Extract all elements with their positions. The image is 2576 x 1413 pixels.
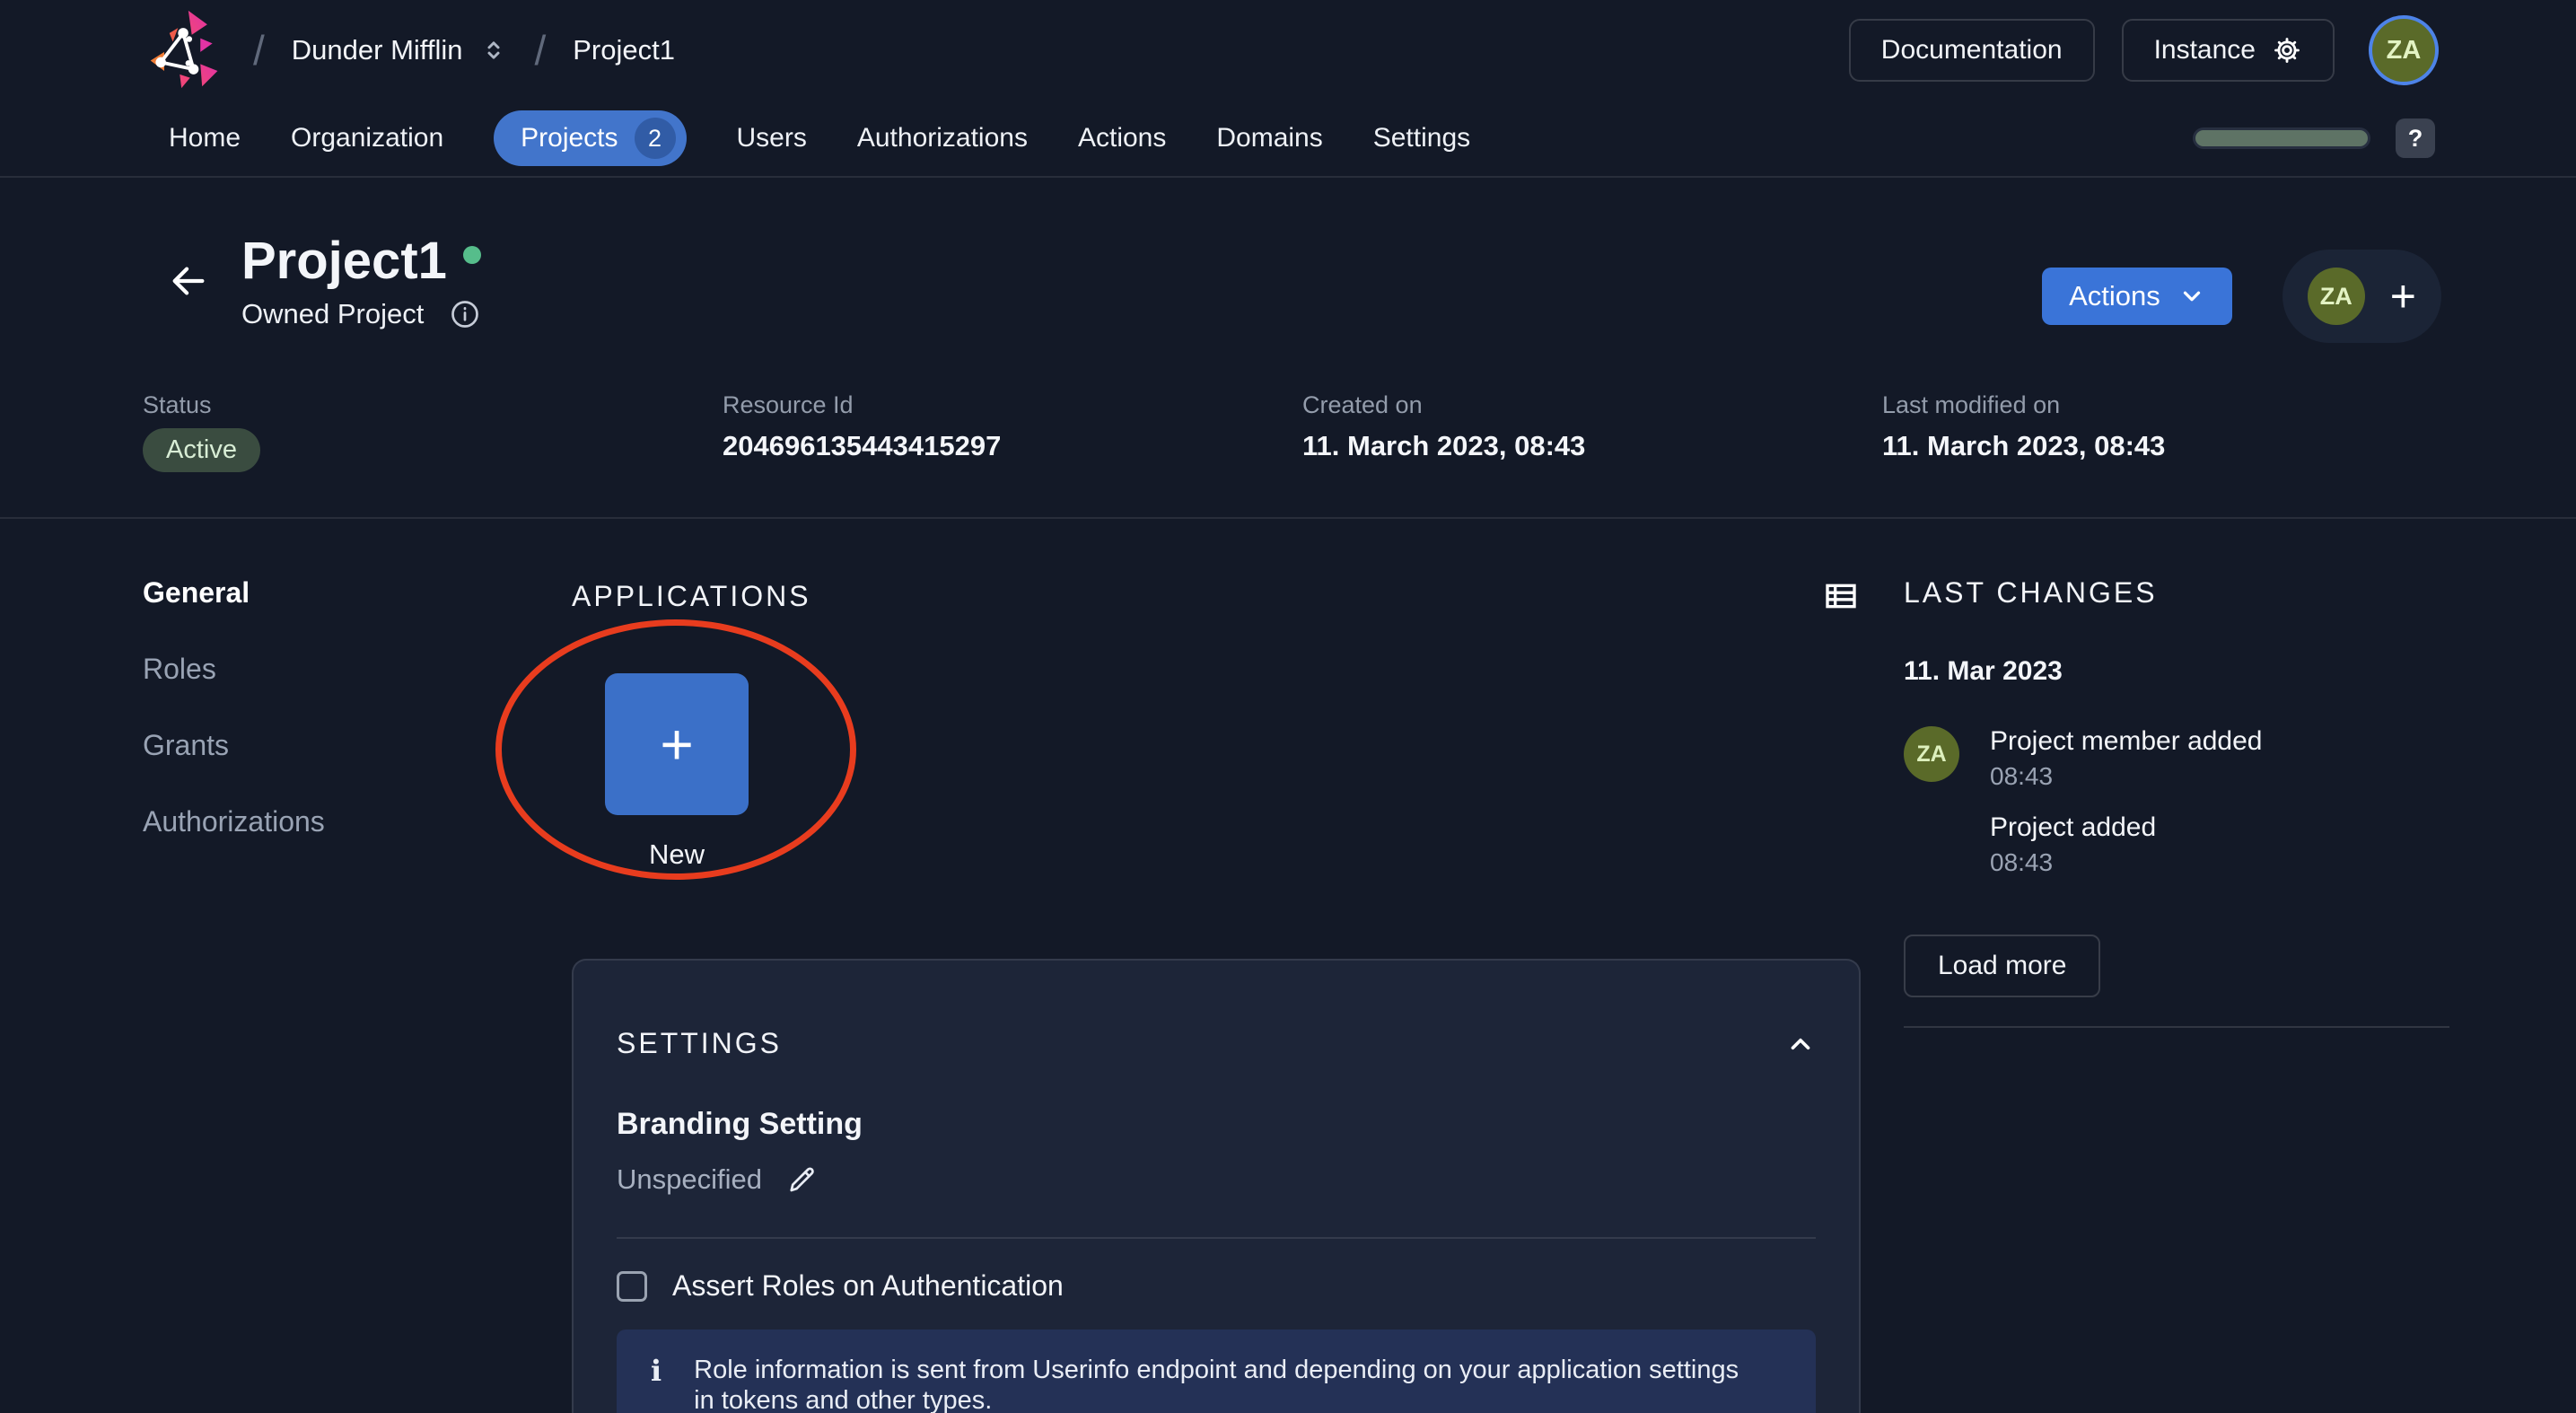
info-icon: ℹ — [651, 1354, 662, 1388]
created-on-value: 11. March 2023, 08:43 — [1302, 430, 1586, 461]
assert-roles-checkbox[interactable] — [617, 1270, 647, 1302]
info-circle-icon[interactable] — [449, 298, 481, 330]
top-bar-row-main: / Dunder Mifflin / Project1 Documentatio… — [0, 0, 2576, 101]
settings-heading: SETTINGS — [617, 1027, 783, 1059]
role-info-text: Role information is sent from Userinfo e… — [694, 1356, 1739, 1413]
branding-setting-title: Branding Setting — [617, 1107, 863, 1141]
tab-users[interactable]: Users — [737, 123, 807, 154]
tab-organization[interactable]: Organization — [291, 123, 443, 154]
members-pill: ZA + — [2282, 250, 2441, 343]
sidebar-item-roles[interactable]: Roles — [143, 653, 216, 686]
list-item: Project added 08:43 — [1990, 812, 2263, 877]
status-badge: Active — [143, 428, 260, 472]
instance-button-label: Instance — [2153, 35, 2256, 65]
sidebar-item-general[interactable]: General — [143, 576, 250, 610]
breadcrumb-separator: / — [534, 27, 547, 74]
changes-group: ZA Project member added 08:43 Project ad… — [1904, 726, 2466, 877]
tab-actions[interactable]: Actions — [1078, 123, 1166, 154]
back-arrow-icon[interactable] — [168, 260, 209, 302]
main-column: APPLICATIONS + New SETTINGS Branding Set… — [572, 576, 1861, 1413]
branding-setting-row: Unspecified — [617, 1163, 1816, 1196]
projects-count-badge: 2 — [634, 118, 676, 159]
tab-domains[interactable]: Domains — [1216, 123, 1322, 154]
tab-home[interactable]: Home — [169, 123, 241, 154]
modified-on-label: Last modified on — [1882, 391, 2061, 418]
breadcrumb-project[interactable]: Project1 — [573, 34, 675, 66]
project-header: Project1 Owned Project Actions ZA + Stat… — [0, 178, 2576, 519]
applications-heading: APPLICATIONS — [572, 579, 811, 612]
breadcrumb-org[interactable]: Dunder Mifflin — [292, 34, 463, 66]
last-changes-panel: LAST CHANGES 11. Mar 2023 ZA Project mem… — [1904, 576, 2466, 1413]
new-application-button[interactable]: + — [605, 673, 749, 815]
title-block: Project1 Owned Project — [241, 232, 481, 330]
tab-settings[interactable]: Settings — [1373, 123, 1470, 154]
new-application-label: New — [648, 838, 705, 870]
chevron-down-icon — [2178, 283, 2205, 310]
load-more-button[interactable]: Load more — [1904, 935, 2101, 997]
settings-divider — [617, 1237, 1816, 1239]
assert-roles-label: Assert Roles on Authentication — [672, 1269, 1064, 1302]
change-author-avatar: ZA — [1904, 726, 1959, 782]
user-avatar[interactable]: ZA — [2369, 15, 2439, 85]
page-title: Project1 — [241, 232, 447, 290]
chevron-up-icon[interactable] — [1785, 1029, 1816, 1059]
breadcrumb-separator: / — [253, 27, 265, 74]
content-area: General Roles Grants Authorizations APPL… — [0, 519, 2576, 1413]
role-info-banner: ℹ Role information is sent from Userinfo… — [617, 1330, 1816, 1413]
changes-date: 11. Mar 2023 — [1904, 656, 2063, 686]
branding-setting-value: Unspecified — [617, 1163, 762, 1195]
applications-header-row: APPLICATIONS — [572, 576, 1861, 616]
sidebar-item-authorizations[interactable]: Authorizations — [143, 805, 325, 838]
resource-id-label: Resource Id — [723, 391, 854, 418]
meta-resource-id: Resource Id 204696135443415297 — [723, 391, 1302, 472]
main-nav: Home Organization Projects 2 Users Autho… — [0, 101, 2576, 178]
meta-status: Status Active — [143, 391, 723, 472]
onboarding-progress-bar — [2193, 127, 2370, 149]
new-application-card: + New — [605, 673, 749, 871]
created-on-label: Created on — [1302, 391, 1423, 418]
change-title: Project member added — [1990, 726, 2263, 756]
status-label: Status — [143, 391, 212, 418]
documentation-button-label: Documentation — [1880, 35, 2063, 65]
org-switcher-unfold-icon[interactable] — [480, 37, 507, 64]
table-view-icon[interactable] — [1821, 578, 1861, 614]
change-title: Project added — [1990, 812, 2157, 842]
settings-card-header: SETTINGS — [617, 1027, 1816, 1060]
change-time: 08:43 — [1990, 848, 2054, 876]
gear-icon — [2272, 35, 2302, 66]
documentation-button[interactable]: Documentation — [1848, 19, 2095, 82]
project-type-label: Owned Project — [241, 298, 425, 329]
meta-created-on: Created on 11. March 2023, 08:43 — [1302, 391, 1882, 472]
changes-list: Project member added 08:43 Project added… — [1990, 726, 2263, 877]
assert-roles-row: Assert Roles on Authentication — [617, 1269, 1816, 1303]
last-changes-heading: LAST CHANGES — [1904, 576, 2158, 609]
project-header-top: Project1 Owned Project Actions ZA + — [0, 178, 2576, 343]
top-bar: / Dunder Mifflin / Project1 Documentatio… — [0, 0, 2576, 178]
tab-projects[interactable]: Projects 2 — [494, 110, 687, 166]
settings-card: SETTINGS Branding Setting Unspecified As… — [572, 959, 1861, 1413]
project-meta-row: Status Active Resource Id 20469613544341… — [0, 391, 2576, 472]
tab-projects-label: Projects — [521, 123, 618, 153]
active-status-dot-icon — [462, 246, 481, 264]
change-time: 08:43 — [1990, 762, 2054, 790]
actions-dropdown-button[interactable]: Actions — [2042, 268, 2232, 325]
header-actions: Actions ZA + — [2042, 250, 2441, 343]
add-member-button[interactable]: + — [2390, 270, 2416, 322]
edit-pencil-icon[interactable] — [785, 1163, 818, 1196]
meta-modified-on: Last modified on 11. March 2023, 08:43 — [1882, 391, 2462, 472]
zitadel-logo-icon[interactable] — [144, 9, 226, 92]
panel-divider — [1904, 1026, 2449, 1028]
member-avatar[interactable]: ZA — [2307, 268, 2365, 325]
sidebar-item-grants[interactable]: Grants — [143, 729, 229, 762]
list-item: Project member added 08:43 — [1990, 726, 2263, 791]
help-button[interactable]: ? — [2396, 118, 2435, 158]
tab-authorizations[interactable]: Authorizations — [857, 123, 1028, 154]
modified-on-value: 11. March 2023, 08:43 — [1882, 430, 2166, 461]
resource-id-value: 204696135443415297 — [723, 430, 1002, 461]
instance-button[interactable]: Instance — [2121, 19, 2335, 82]
project-side-nav: General Roles Grants Authorizations — [143, 576, 572, 1413]
actions-dropdown-label: Actions — [2069, 280, 2160, 312]
